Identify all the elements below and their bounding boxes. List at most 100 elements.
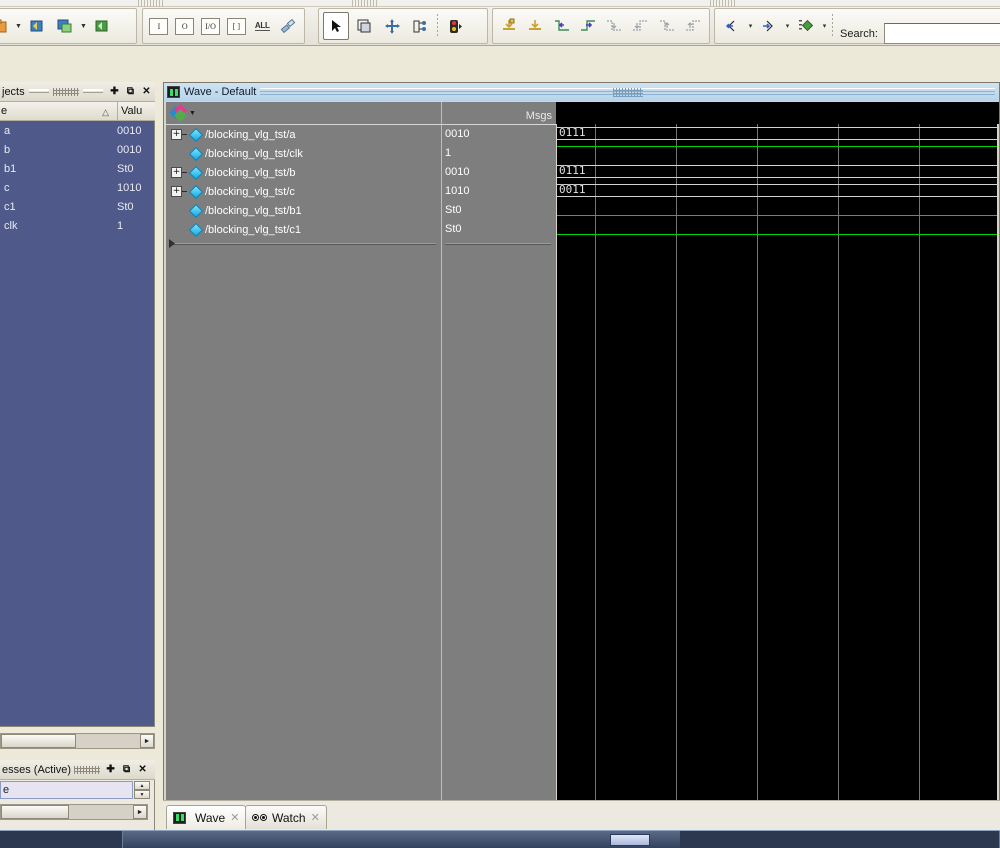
expand-icon[interactable]: + bbox=[171, 186, 182, 197]
list-item[interactable]: c 1010 bbox=[0, 178, 155, 197]
dropdown-arrow-2[interactable]: ▼ bbox=[79, 12, 88, 40]
select-mode-icon[interactable] bbox=[323, 12, 349, 40]
list-item[interactable]: b1 St0 bbox=[0, 159, 155, 178]
objects-hscrollbar[interactable]: ► bbox=[0, 733, 155, 749]
tab-wave[interactable]: Wave ✕ bbox=[166, 805, 247, 829]
wave-titlebar-grip[interactable] bbox=[612, 87, 643, 97]
undock-button[interactable]: ✚ bbox=[107, 84, 122, 99]
signal-row[interactable]: + /blocking_vlg_tst/c bbox=[166, 182, 441, 201]
toolbar-grip-1[interactable] bbox=[138, 0, 164, 7]
taskbar-segment-left[interactable] bbox=[0, 831, 123, 848]
signal-row[interactable]: + /blocking_vlg_tst/a bbox=[166, 125, 441, 144]
list-item[interactable]: clk 1 bbox=[0, 216, 155, 235]
paint-brush-icon[interactable] bbox=[276, 12, 300, 40]
internal-signals-icon[interactable]: [ ] bbox=[224, 12, 248, 40]
dropdown-arrow-5[interactable]: ▾ bbox=[820, 12, 829, 40]
processes-hscrollbar[interactable]: ► bbox=[0, 804, 148, 820]
simulate-icon[interactable] bbox=[89, 12, 115, 40]
objects-panel-titlebar[interactable]: jects ✚ ⧉ ✕ bbox=[0, 82, 155, 102]
signal-row[interactable]: /blocking_vlg_tst/c1 bbox=[166, 220, 441, 239]
processes-hscroll-right-arrow[interactable]: ► bbox=[133, 805, 147, 819]
maximize-button[interactable]: ⧉ bbox=[119, 762, 134, 777]
dropdown-arrow-3[interactable]: ▾ bbox=[746, 12, 755, 40]
expand-icon[interactable]: + bbox=[171, 129, 182, 140]
toolbar-grip-3[interactable] bbox=[710, 0, 736, 7]
find-next-icon[interactable] bbox=[756, 12, 782, 40]
wave-radix-tool[interactable]: ▼ bbox=[166, 102, 441, 124]
open-file-icon[interactable] bbox=[0, 12, 13, 40]
waveform-row[interactable]: 0011 bbox=[557, 181, 997, 200]
objects-column-value[interactable]: Valu bbox=[117, 101, 155, 121]
list-item[interactable]: a 0010 bbox=[0, 121, 155, 140]
taskbar-active-window[interactable] bbox=[610, 834, 650, 846]
objects-column-name[interactable]: e △ bbox=[0, 105, 117, 117]
find-next-rising-edge-icon[interactable] bbox=[681, 12, 705, 40]
eye-icon bbox=[252, 814, 267, 821]
dropdown-arrow-4[interactable]: ▾ bbox=[783, 12, 792, 40]
find-previous-rising-edge-icon[interactable] bbox=[655, 12, 679, 40]
expand-icon[interactable]: + bbox=[171, 167, 182, 178]
list-item[interactable]: c1 St0 bbox=[0, 197, 155, 216]
processes-spin-down[interactable]: ▼ bbox=[134, 790, 150, 799]
processes-hscroll-thumb[interactable] bbox=[1, 805, 69, 819]
list-item[interactable]: b 0010 bbox=[0, 140, 155, 159]
compile-icon[interactable] bbox=[24, 12, 50, 40]
object-value: 1 bbox=[117, 219, 124, 232]
signal-row[interactable]: /blocking_vlg_tst/b1 bbox=[166, 201, 441, 220]
objects-hscroll-right-arrow[interactable]: ► bbox=[140, 734, 154, 748]
zoom-mode-icon[interactable] bbox=[351, 12, 377, 40]
processes-filter-input[interactable]: e bbox=[0, 781, 133, 799]
delete-cursor-icon[interactable] bbox=[523, 12, 547, 40]
objects-hscroll-thumb[interactable] bbox=[1, 734, 76, 748]
taskbar-segment-right[interactable] bbox=[680, 831, 1000, 848]
processes-spin-up[interactable]: ▲ bbox=[134, 781, 150, 790]
close-button[interactable]: ✕ bbox=[139, 84, 154, 99]
all-signals-icon[interactable]: ALL bbox=[250, 12, 274, 40]
tab-wave-close-icon[interactable]: ✕ bbox=[230, 811, 239, 824]
msgs-column-header: Msgs bbox=[441, 102, 556, 124]
processes-panel-titlebar[interactable]: esses (Active) ✚ ⧉ ✕ bbox=[0, 760, 155, 780]
tab-watch-close-icon[interactable]: ✕ bbox=[311, 811, 320, 824]
signal-row[interactable]: + /blocking_vlg_tst/b bbox=[166, 163, 441, 182]
processes-titlebar-grip[interactable] bbox=[74, 765, 101, 774]
radix-dropdown-arrow-icon[interactable]: ▼ bbox=[189, 110, 196, 117]
compile-all-icon[interactable] bbox=[52, 12, 78, 40]
waveform-row[interactable]: 0111 bbox=[557, 162, 997, 181]
find-next-falling-edge-icon[interactable] bbox=[628, 12, 652, 40]
waveform-row[interactable] bbox=[557, 219, 997, 238]
objects-hscroll-track[interactable] bbox=[76, 734, 140, 748]
insert-cursor-icon[interactable] bbox=[497, 12, 521, 40]
close-button[interactable]: ✕ bbox=[135, 762, 150, 777]
inout-signals-icon[interactable]: I/O bbox=[199, 12, 223, 40]
input-signals-icon[interactable]: I bbox=[147, 12, 171, 40]
toolbar-grip-2[interactable] bbox=[352, 0, 378, 7]
waveform-row[interactable] bbox=[557, 143, 997, 162]
object-value: St0 bbox=[117, 200, 134, 213]
run-status-icon[interactable] bbox=[442, 12, 468, 40]
edit-mode-icon[interactable] bbox=[407, 12, 433, 40]
find-next-transition-icon[interactable] bbox=[576, 12, 600, 40]
waveform-row[interactable] bbox=[557, 200, 997, 219]
output-signals-icon[interactable]: O bbox=[173, 12, 197, 40]
signal-row[interactable]: /blocking_vlg_tst/clk bbox=[166, 144, 441, 163]
wave-titlebar[interactable]: Wave - Default bbox=[164, 83, 999, 101]
find-signal-icon[interactable] bbox=[793, 12, 819, 40]
names-resize-handle[interactable] bbox=[169, 239, 175, 248]
signal-icon bbox=[188, 184, 204, 199]
dropdown-arrow-1[interactable]: ▼ bbox=[14, 12, 23, 40]
tab-watch[interactable]: Watch ✕ bbox=[245, 805, 327, 829]
find-previous-falling-edge-icon[interactable] bbox=[602, 12, 626, 40]
sort-ascending-icon[interactable]: △ bbox=[102, 107, 109, 118]
maximize-button[interactable]: ⧉ bbox=[123, 84, 138, 99]
processes-hscroll-track[interactable] bbox=[69, 805, 133, 819]
color-palette-icon[interactable] bbox=[169, 104, 187, 122]
pan-mode-icon[interactable] bbox=[379, 12, 405, 40]
find-previous-icon[interactable] bbox=[719, 12, 745, 40]
undock-button[interactable]: ✚ bbox=[103, 762, 118, 777]
titlebar-grip[interactable] bbox=[52, 87, 79, 96]
waveform-row[interactable]: 0111 bbox=[557, 124, 997, 143]
search-input[interactable] bbox=[884, 23, 1000, 44]
find-previous-transition-icon[interactable] bbox=[550, 12, 574, 40]
waveform-canvas[interactable]: 0111 0111 0011 bbox=[557, 124, 997, 810]
processes-spinner[interactable]: ▲ ▼ bbox=[134, 781, 150, 799]
